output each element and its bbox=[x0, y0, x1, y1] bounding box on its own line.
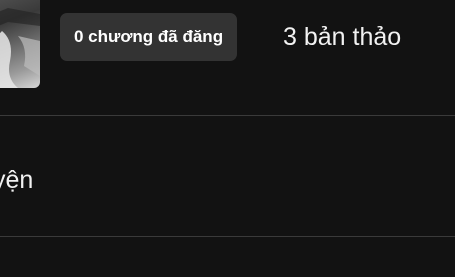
cover-art-icon bbox=[0, 8, 40, 88]
divider bbox=[0, 236, 455, 237]
drafts-count[interactable]: 3 bản thảo bbox=[283, 18, 401, 56]
published-chapters-badge: 0 chương đã đăng bbox=[60, 13, 238, 61]
menu-row-label[interactable]: yện bbox=[0, 166, 33, 195]
story-cover-image[interactable] bbox=[0, 0, 40, 88]
divider bbox=[0, 115, 455, 116]
